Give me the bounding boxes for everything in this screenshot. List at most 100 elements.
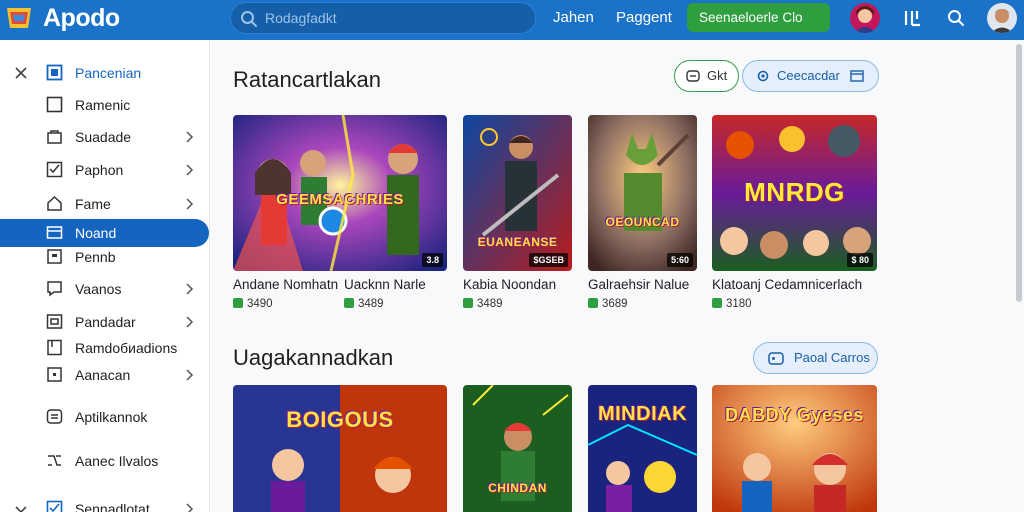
game-card-7[interactable]: MINDIAK bbox=[588, 385, 697, 512]
filter-pill-green[interactable]: Gkt bbox=[674, 60, 739, 92]
thumbnail-title: EUANEANSE bbox=[477, 235, 558, 249]
shuffle-icon bbox=[48, 455, 61, 466]
thumbnail-title: BOIGOUS bbox=[286, 407, 394, 432]
game-title[interactable]: Kabia Noondan bbox=[463, 277, 556, 293]
game-title-secondary[interactable]: Uacknn Narle bbox=[344, 277, 426, 293]
price-icon bbox=[463, 298, 473, 308]
sidebar-item-12[interactable]: Aptilkannok bbox=[0, 403, 210, 431]
logo-icon[interactable] bbox=[4, 4, 34, 32]
sidebar-item-11[interactable]: Aanacan bbox=[0, 361, 210, 389]
sidebar-item-4[interactable]: Paphon bbox=[0, 156, 210, 184]
price-icon bbox=[712, 298, 722, 308]
chevron-right-icon bbox=[186, 164, 194, 176]
game-thumbnail: DABDY Gyeses bbox=[712, 385, 877, 512]
nav-link-1[interactable]: Jahen bbox=[553, 9, 594, 27]
sidebar-item-label: Aptilkannok bbox=[75, 409, 148, 425]
sidebar-item-2[interactable]: Ramenic bbox=[0, 91, 210, 119]
filter-pill-blue[interactable]: Ceecacdar bbox=[742, 60, 879, 92]
price-value: 3490 bbox=[247, 298, 273, 310]
pill-label: Ceecacdar bbox=[777, 68, 840, 83]
game-title[interactable]: Galraehsir Nalue bbox=[588, 277, 689, 293]
game-price: 3180 bbox=[712, 298, 752, 311]
search-icon[interactable] bbox=[240, 10, 258, 28]
sidebar-item-label: Pancenian bbox=[75, 65, 142, 81]
rating-badge: $GSEB bbox=[529, 253, 568, 267]
section-title-featured: Ratancartlakan bbox=[233, 67, 381, 92]
sidebar-item-13[interactable]: Aanec Ilvalos bbox=[0, 447, 210, 475]
window-icon bbox=[850, 70, 864, 82]
header-cta-label: Seenaeloerle Clo bbox=[699, 10, 803, 25]
profile-avatar[interactable] bbox=[982, 0, 1022, 36]
square-icon bbox=[46, 96, 63, 113]
sidebar-item-3[interactable]: Suadade bbox=[0, 123, 210, 151]
game-thumbnail: MNRDG $ 80 bbox=[712, 115, 877, 271]
price-icon bbox=[233, 298, 243, 308]
sidebar-item-8[interactable]: Vaanos bbox=[0, 275, 210, 303]
sidebar-item-label: Fame bbox=[75, 196, 111, 212]
game-art bbox=[233, 385, 447, 512]
avatar-image bbox=[850, 3, 880, 33]
checkbox-icon bbox=[46, 161, 63, 178]
price-value: 3489 bbox=[477, 298, 503, 310]
rating-badge: 3.8 bbox=[422, 253, 443, 267]
price-value: 3489 bbox=[358, 298, 384, 310]
sidebar-item-14[interactable]: Sennadlotat bbox=[0, 495, 210, 512]
sidebar-item-label: Paphon bbox=[75, 162, 124, 178]
game-thumbnail: EUANEANSE $GSEB bbox=[463, 115, 572, 271]
game-price: 3489 bbox=[463, 298, 503, 311]
chevron-down-icon[interactable] bbox=[14, 502, 28, 512]
folder-icon bbox=[46, 226, 63, 239]
sidebar-item-9[interactable]: Pandadar bbox=[0, 308, 210, 336]
rating-badge: $ 80 bbox=[847, 253, 873, 267]
pill-label: Gkt bbox=[707, 68, 728, 83]
sidebar-item-10[interactable]: Ramdoбиadions bbox=[0, 334, 210, 362]
game-card-8[interactable]: DABDY Gyeses bbox=[712, 385, 877, 512]
search-bar[interactable] bbox=[230, 2, 536, 34]
thumbnail-title: MINDIAK bbox=[597, 403, 688, 425]
sidebar-item-5[interactable]: Fame bbox=[0, 190, 210, 218]
user-avatar[interactable] bbox=[845, 0, 885, 36]
scrollbar[interactable] bbox=[1016, 44, 1022, 302]
game-title[interactable]: Andane Nomhatn bbox=[233, 277, 338, 293]
sidebar-item-label: Ramenic bbox=[75, 97, 131, 113]
sidebar-item-label: Aanacan bbox=[75, 367, 131, 383]
doc-icon bbox=[47, 249, 62, 264]
bag-icon bbox=[47, 130, 62, 144]
close-icon[interactable] bbox=[14, 66, 28, 80]
section2-pill-button[interactable]: Paoal Carros bbox=[753, 342, 878, 374]
sidebar-item-label: Aanec Ilvalos bbox=[75, 453, 159, 469]
home-icon bbox=[47, 195, 62, 211]
chevron-right-icon bbox=[186, 316, 194, 328]
settings-icon bbox=[757, 70, 769, 82]
game-card-5[interactable]: BOIGOUS bbox=[233, 385, 447, 512]
sidebar-item-7[interactable]: Pennb bbox=[0, 243, 210, 271]
search-input[interactable] bbox=[265, 7, 525, 29]
gamepad-icon bbox=[768, 352, 784, 365]
thumbnail-title: CHINDAN bbox=[488, 481, 547, 495]
thumbnail-title: GEEMSACHRIES bbox=[276, 191, 404, 208]
price-icon bbox=[344, 298, 354, 308]
section-title-secondary: Uagakannadkan bbox=[233, 345, 394, 370]
thumbnail-title: OEOUNCAD bbox=[605, 215, 680, 229]
game-card-6[interactable]: CHINDAN bbox=[463, 385, 572, 512]
nav-link-2[interactable]: Paggent bbox=[616, 9, 672, 27]
game-thumbnail: GEEMSACHRIES 3.8 bbox=[233, 115, 447, 271]
sidebar-item-label: Suadade bbox=[75, 129, 132, 145]
game-thumbnail: OEOUNCAD 5:60 bbox=[588, 115, 697, 271]
game-title[interactable]: Klatoanj Cedamnicerlach bbox=[712, 277, 862, 293]
library-icon[interactable] bbox=[893, 0, 933, 36]
rating-badge: 5:60 bbox=[666, 253, 693, 267]
game-thumbnail: BOIGOUS bbox=[233, 385, 447, 512]
page-icon bbox=[47, 339, 62, 356]
chat-icon bbox=[47, 281, 62, 297]
app-logo-text[interactable]: Apodo bbox=[43, 4, 120, 32]
sidebar-item-label: Pennb bbox=[75, 249, 116, 265]
profile-avatar-image bbox=[987, 3, 1017, 33]
price-value: 3689 bbox=[602, 298, 628, 310]
square-icon bbox=[46, 64, 63, 81]
header-cta-button[interactable]: Seenaeloerle Clo bbox=[687, 3, 830, 32]
search-icon[interactable] bbox=[936, 0, 976, 36]
sidebar-item-1[interactable]: Pancenian bbox=[0, 59, 210, 87]
game-thumbnail: MINDIAK bbox=[588, 385, 697, 512]
checkbox-icon bbox=[46, 500, 63, 512]
